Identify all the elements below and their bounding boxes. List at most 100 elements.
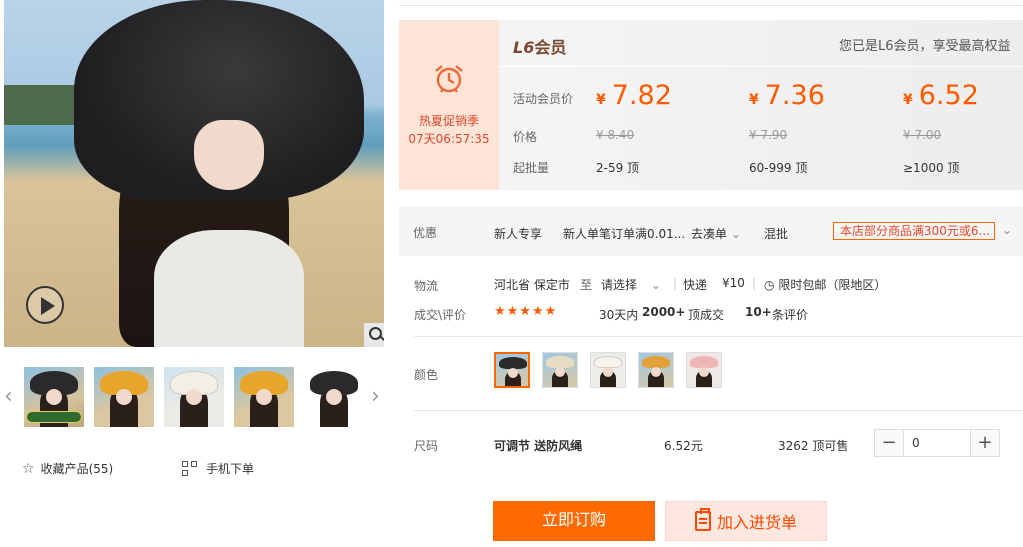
size-stock: 3262 顶可售 [778,439,849,453]
go-bundle-label: 去凑单 [691,227,728,241]
review-count-suffix: 条评价 [772,308,809,322]
member-note: 您已是L6会员，享受最高权益 [839,39,1011,54]
thumbnail-3[interactable] [164,367,224,427]
top-divider [399,5,1023,6]
offers-label: 优惠 [413,226,438,240]
tier-3-member-price-value: 6.52 [918,80,979,111]
alarm-clock-icon [435,65,463,93]
thumbnail-5[interactable] [304,367,364,427]
favorite-label: 收藏产品(55) [40,462,114,476]
chevron-down-icon: ⌄ [650,278,661,292]
tier-2-range: 60-999 顶 [749,161,808,175]
star-outline-icon: ☆ [22,460,35,477]
mixed-batch-link[interactable]: 混批 [764,225,788,242]
ship-to-select[interactable]: 请选择 ⌄ [601,276,661,293]
section-divider [414,410,1023,411]
color-swatches [494,352,722,388]
tier-1-range: 2-59 顶 [596,161,640,175]
promo-timer: 07天06:57:35 [408,132,490,146]
ship-to-word: 至 [580,278,593,292]
tier-1-member-price: ¥7.82 [596,80,672,111]
shipping-fee: ¥10 [722,276,745,290]
size-name: 可调节 送防风绳 [494,439,583,453]
coupon-tag[interactable]: 本店部分商品满300元或6... [833,222,995,240]
member-price-label: 活动会员价 [513,92,574,106]
currency-symbol: ¥ [749,92,759,108]
member-level: L6会员 [513,34,566,58]
deals-count: 2000+ [642,305,686,319]
thumbnail-strip [24,367,364,427]
color-option-pink[interactable] [686,352,722,388]
thumb-face [256,389,272,405]
thumb-prev-icon[interactable]: ‹ [4,386,13,408]
tier-3-range: ≥1000 顶 [903,161,960,175]
quantity-input[interactable] [903,430,971,456]
express-label: 快递 [683,278,708,292]
thumbnail-2[interactable] [94,367,154,427]
swatch-face [603,367,613,377]
tier-1-member-price-value: 7.82 [611,80,672,111]
color-option-beige[interactable] [542,352,578,388]
member-level-suffix: 会员 [534,38,567,57]
deals-count-suffix: 顶成交 [688,308,725,322]
swatch-face [651,367,661,377]
tier-2-member-price: ¥7.36 [749,80,825,111]
color-option-white[interactable] [590,352,626,388]
divider-bar: | [673,276,678,290]
swatch-face [555,367,565,377]
zoom-search-icon[interactable] [364,323,384,347]
tier-1-price: ¥ 8.40 [596,128,635,142]
go-bundle-link[interactable]: 去凑单 ⌄ [691,225,741,242]
qr-code-icon [182,460,198,477]
promo-banner: 热夏促销季 07天06:57:35 [399,20,499,190]
thumb-face [186,389,202,405]
image-face [194,120,264,190]
video-play-icon[interactable] [26,286,64,324]
thumbnail-4[interactable] [234,367,294,427]
add-to-list-label: 加入进货单 [716,513,797,532]
divider-bar: | [752,276,757,290]
ship-to-select-label: 请选择 [601,278,638,292]
tier-3-price: ¥ 7.00 [903,128,942,142]
favorite-button[interactable]: ☆ 收藏产品(55) [22,460,113,477]
swatch-face [699,367,709,377]
tier-3-member-price: ¥6.52 [903,80,979,111]
review-count[interactable]: 10+ [745,305,772,319]
promo-title: 热夏促销季 [418,114,479,128]
chevron-down-icon: ⌄ [730,227,741,241]
mobile-order-button[interactable]: 手机下单 [182,460,254,477]
free-shipping: ◷ 限时包邮（限地区） [764,276,886,293]
thumb-face [46,389,62,405]
color-label: 颜色 [414,368,439,382]
thumb-face [116,389,132,405]
currency-symbol: ¥ [596,92,606,108]
mobile-order-label: 手机下单 [206,462,255,476]
swatch-face [508,368,518,378]
thumb-next-icon[interactable]: › [371,386,380,408]
coupon-chevron-down-icon[interactable]: ⌄ [1002,223,1012,237]
buy-now-button[interactable]: 立即订购 [493,501,655,541]
color-option-khaki[interactable] [638,352,674,388]
image-shirt [154,230,304,347]
quantity-minus-button[interactable]: − [875,430,903,456]
rating-stars: ★★★★★ [494,304,558,319]
clock-icon: ◷ [764,278,775,292]
clipboard-icon [694,508,711,531]
logistics-label: 物流 [414,279,439,293]
tier-2-member-price-value: 7.36 [764,80,825,111]
thumb-face [326,389,342,405]
thumbnail-1[interactable] [24,367,84,427]
new-user-badge[interactable]: 新人专享 [494,225,542,242]
ship-from: 河北省 保定市 [494,278,570,292]
size-price: 6.52元 [664,439,703,453]
moq-label: 起批量 [513,161,550,175]
main-product-image[interactable] [4,0,384,347]
product-page: ‹ › ☆ 收藏产品(55) 手机下单 热夏促销季 07天06:57:35 L6… [0,0,1023,547]
quantity-plus-button[interactable]: + [971,430,999,456]
offers-row: 优惠 新人专享 新人单笔订单满0.01... 去凑单 ⌄ 混批 本店部分商品满3… [399,206,1023,256]
color-option-black[interactable] [494,352,530,388]
member-level-code: L6 [513,38,535,57]
quantity-stepper: − + [874,429,1000,457]
deals-label: 成交\评价 [414,308,467,322]
add-to-list-button[interactable]: 加入进货单 [665,501,827,541]
